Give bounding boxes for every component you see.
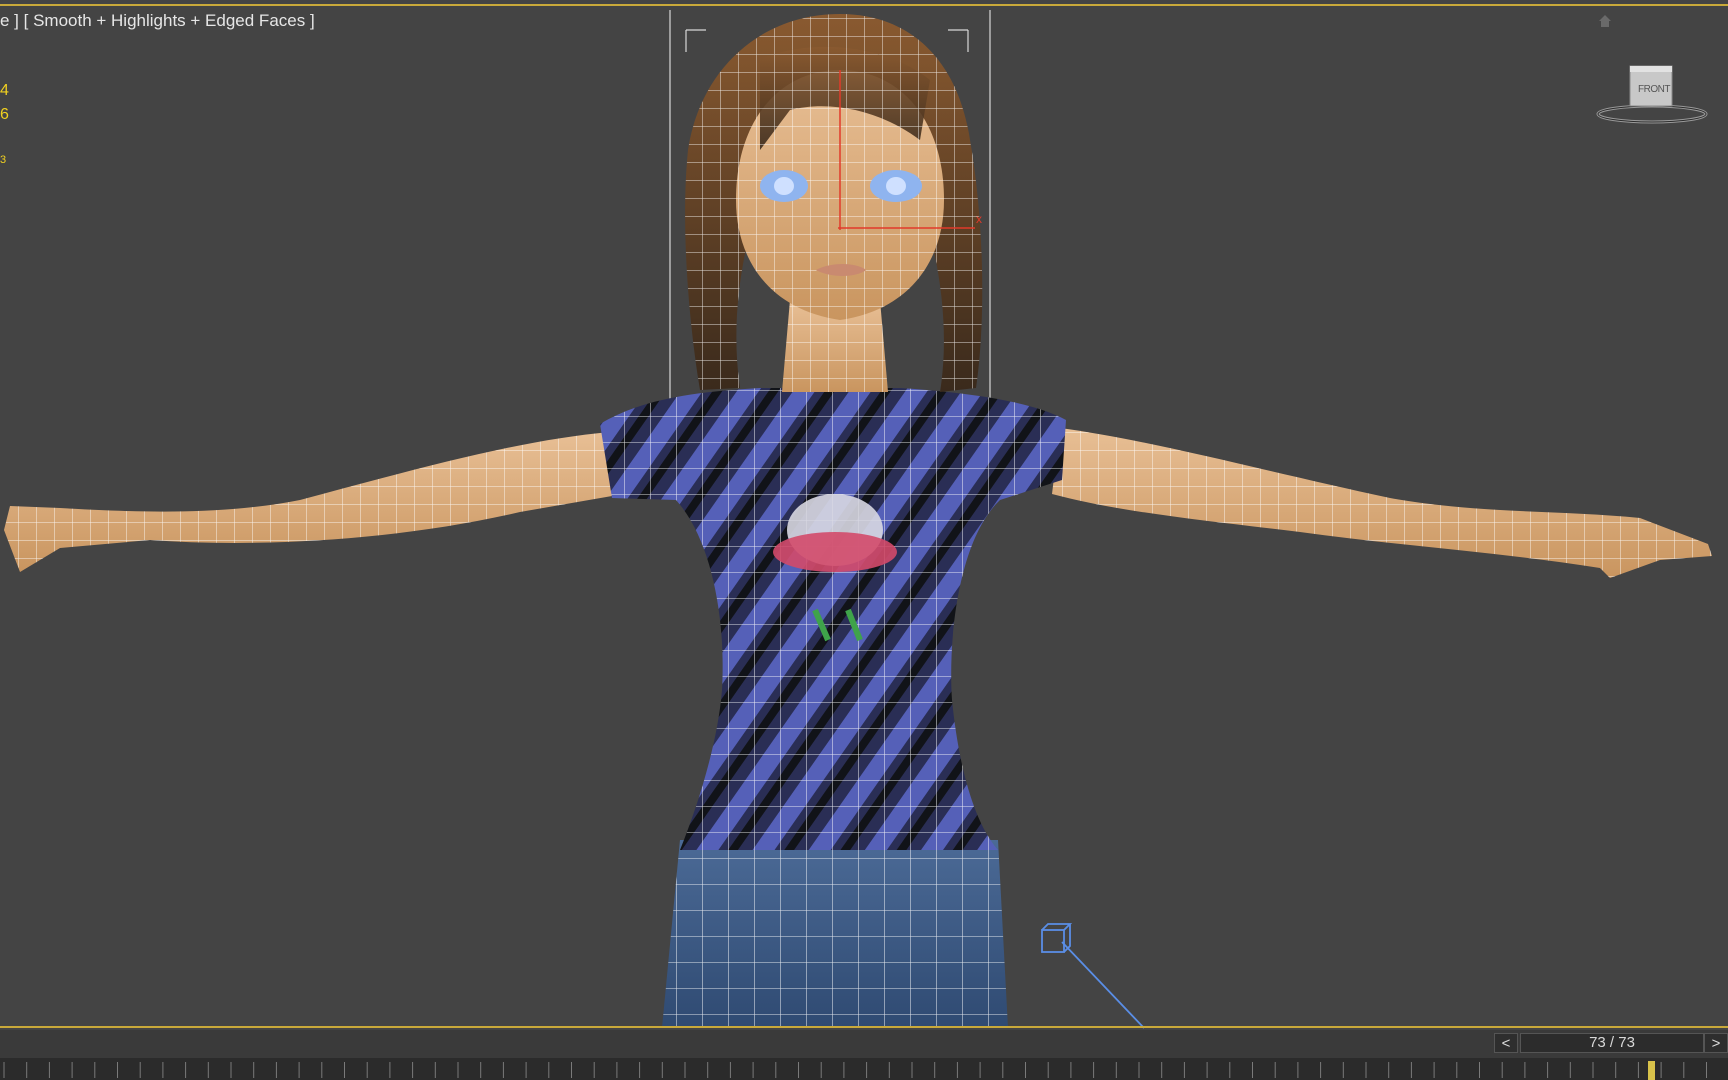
track-bar[interactable] [0, 1058, 1728, 1080]
viewport-front[interactable]: x e ] [ Smooth + Highlights + Edged Face… [0, 0, 1728, 1030]
current-frame-marker[interactable] [1648, 1061, 1655, 1080]
viewcube-icon[interactable] [1596, 62, 1708, 128]
time-slider[interactable]: 73 / 73 [1520, 1033, 1704, 1053]
home-icon[interactable] [1598, 14, 1612, 28]
scene-stat: 6 [0, 106, 9, 123]
viewcube-face-label[interactable]: FRONT [1634, 84, 1674, 95]
previous-frame-button[interactable]: < [1494, 1033, 1518, 1053]
scene-stat: 3 [0, 154, 7, 166]
viewport-shading-label[interactable]: e ] [ Smooth + Highlights + Edged Faces … [0, 11, 315, 31]
next-frame-button[interactable]: > [1704, 1033, 1728, 1053]
svg-text:x: x [976, 212, 982, 226]
character-model[interactable]: x [0, 0, 1728, 1030]
scene-stat: 4 [0, 82, 9, 99]
camera-target-icon [1041, 923, 1145, 1029]
